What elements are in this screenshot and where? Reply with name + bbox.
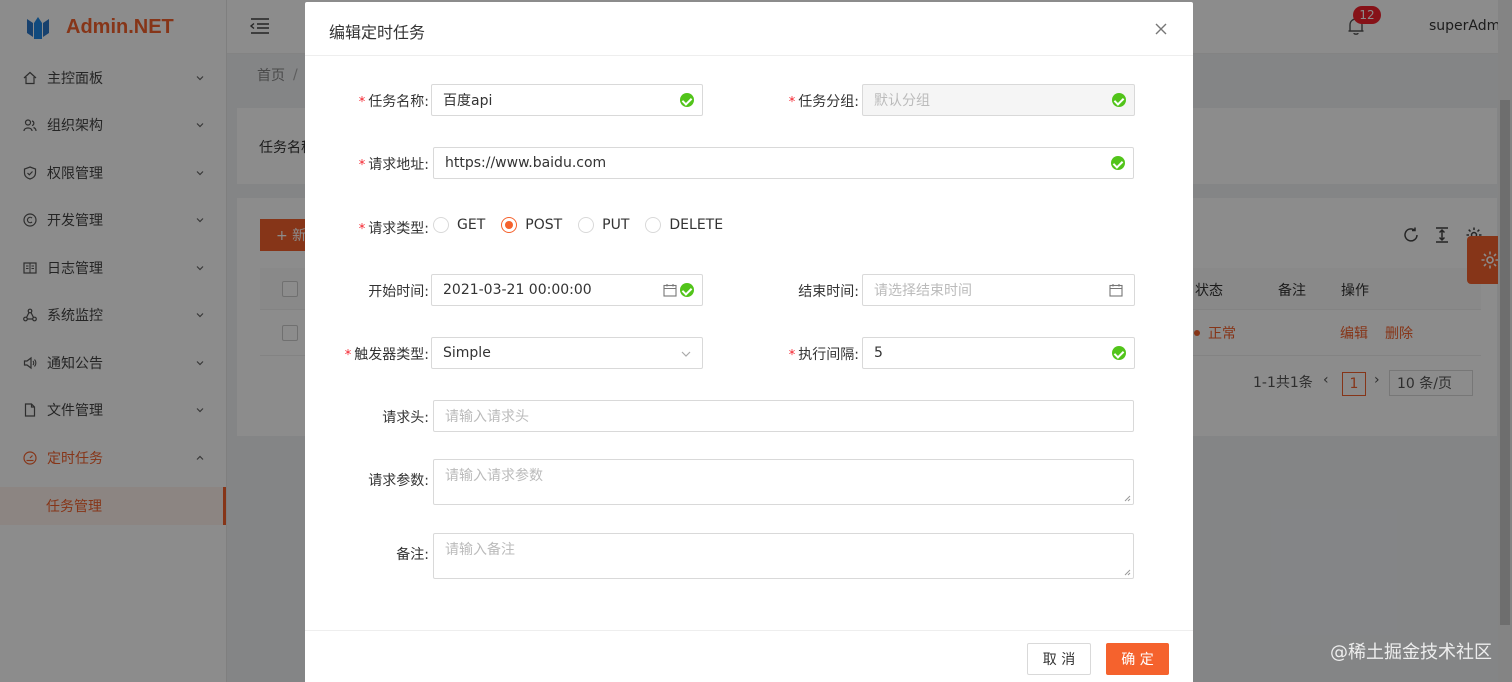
resize-handle-icon[interactable] (1124, 569, 1131, 576)
task-name-value: 百度api (443, 93, 493, 109)
check-circle-icon (1112, 346, 1126, 360)
start-time-picker[interactable]: 2021-03-21 00:00:00 (431, 274, 703, 306)
task-group-input: 默认分组 (862, 84, 1135, 116)
params-textarea[interactable]: 请输入请求参数 (433, 459, 1134, 505)
headers-label: 请求头: (382, 410, 429, 426)
app-root: Admin.NET 主控面板 组织架构 权限管理 开发管理 日志管理 系统监控 … (0, 0, 1512, 682)
end-time-placeholder: 请选择结束时间 (874, 283, 972, 299)
modal-footer: 取 消 确 定 (305, 630, 1193, 682)
calendar-icon (1109, 284, 1123, 297)
radio-post[interactable]: POST (501, 217, 562, 233)
resize-handle-icon[interactable] (1124, 495, 1131, 502)
task-group-label: * 任务分组: (788, 94, 859, 110)
end-time-picker[interactable]: 请选择结束时间 (862, 274, 1135, 306)
remark-label: 备注: (396, 547, 429, 563)
interval-label: * 执行间隔: (788, 347, 859, 363)
radio-get[interactable]: GET (433, 217, 485, 233)
start-time-value: 2021-03-21 00:00:00 (443, 282, 592, 298)
close-icon[interactable] (1153, 21, 1169, 37)
modal-header: 编辑定时任务 (305, 2, 1193, 56)
radio-label: GET (457, 217, 486, 233)
radio-label: PUT (602, 217, 630, 233)
end-time-label: 结束时间: (798, 284, 859, 300)
radio-label: POST (525, 217, 563, 233)
check-circle-icon (680, 93, 694, 107)
remark-placeholder: 请输入备注 (445, 542, 515, 558)
calendar-icon (663, 284, 677, 297)
chevron-down-icon (681, 351, 691, 357)
request-type-radio-group: GET POST PUT DELETE (433, 217, 739, 233)
radio-label: DELETE (669, 217, 724, 233)
params-placeholder: 请输入请求参数 (445, 468, 543, 484)
headers-input[interactable]: 请输入请求头 (433, 400, 1134, 432)
request-url-input[interactable]: https://www.baidu.com (433, 147, 1134, 179)
request-type-label: * 请求类型: (358, 221, 429, 237)
trigger-type-select[interactable]: Simple (431, 337, 703, 369)
start-time-label: 开始时间: (368, 284, 429, 300)
request-url-value: https://www.baidu.com (445, 155, 607, 171)
task-group-placeholder: 默认分组 (874, 93, 930, 109)
task-name-input[interactable]: 百度api (431, 84, 703, 116)
headers-placeholder: 请输入请求头 (445, 409, 529, 425)
remark-textarea[interactable]: 请输入备注 (433, 533, 1134, 579)
params-label: 请求参数: (368, 473, 429, 489)
interval-input[interactable]: 5 (862, 337, 1135, 369)
confirm-button[interactable]: 确 定 (1106, 643, 1169, 675)
check-circle-icon (680, 283, 694, 297)
modal-title: 编辑定时任务 (329, 23, 426, 42)
radio-circle (578, 217, 595, 233)
interval-value: 5 (874, 345, 883, 361)
check-circle-icon (1111, 156, 1125, 170)
radio-delete[interactable]: DELETE (645, 217, 723, 233)
request-url-label: * 请求地址: (358, 157, 429, 173)
radio-put[interactable]: PUT (578, 217, 629, 233)
cancel-button[interactable]: 取 消 (1027, 643, 1091, 675)
check-circle-icon (1112, 93, 1126, 107)
radio-circle (501, 217, 518, 233)
radio-circle (433, 217, 449, 233)
trigger-type-label: * 触发器类型: (344, 347, 429, 363)
radio-circle (645, 217, 662, 233)
task-name-label: * 任务名称: (358, 94, 429, 110)
watermark: @稀土掘金技术社区 (1330, 642, 1492, 663)
edit-task-modal: 编辑定时任务 * 任务名称: 百度api * 任务分组: 默认分组 * 请求地址: h… (305, 2, 1193, 682)
trigger-type-value: Simple (443, 345, 491, 361)
